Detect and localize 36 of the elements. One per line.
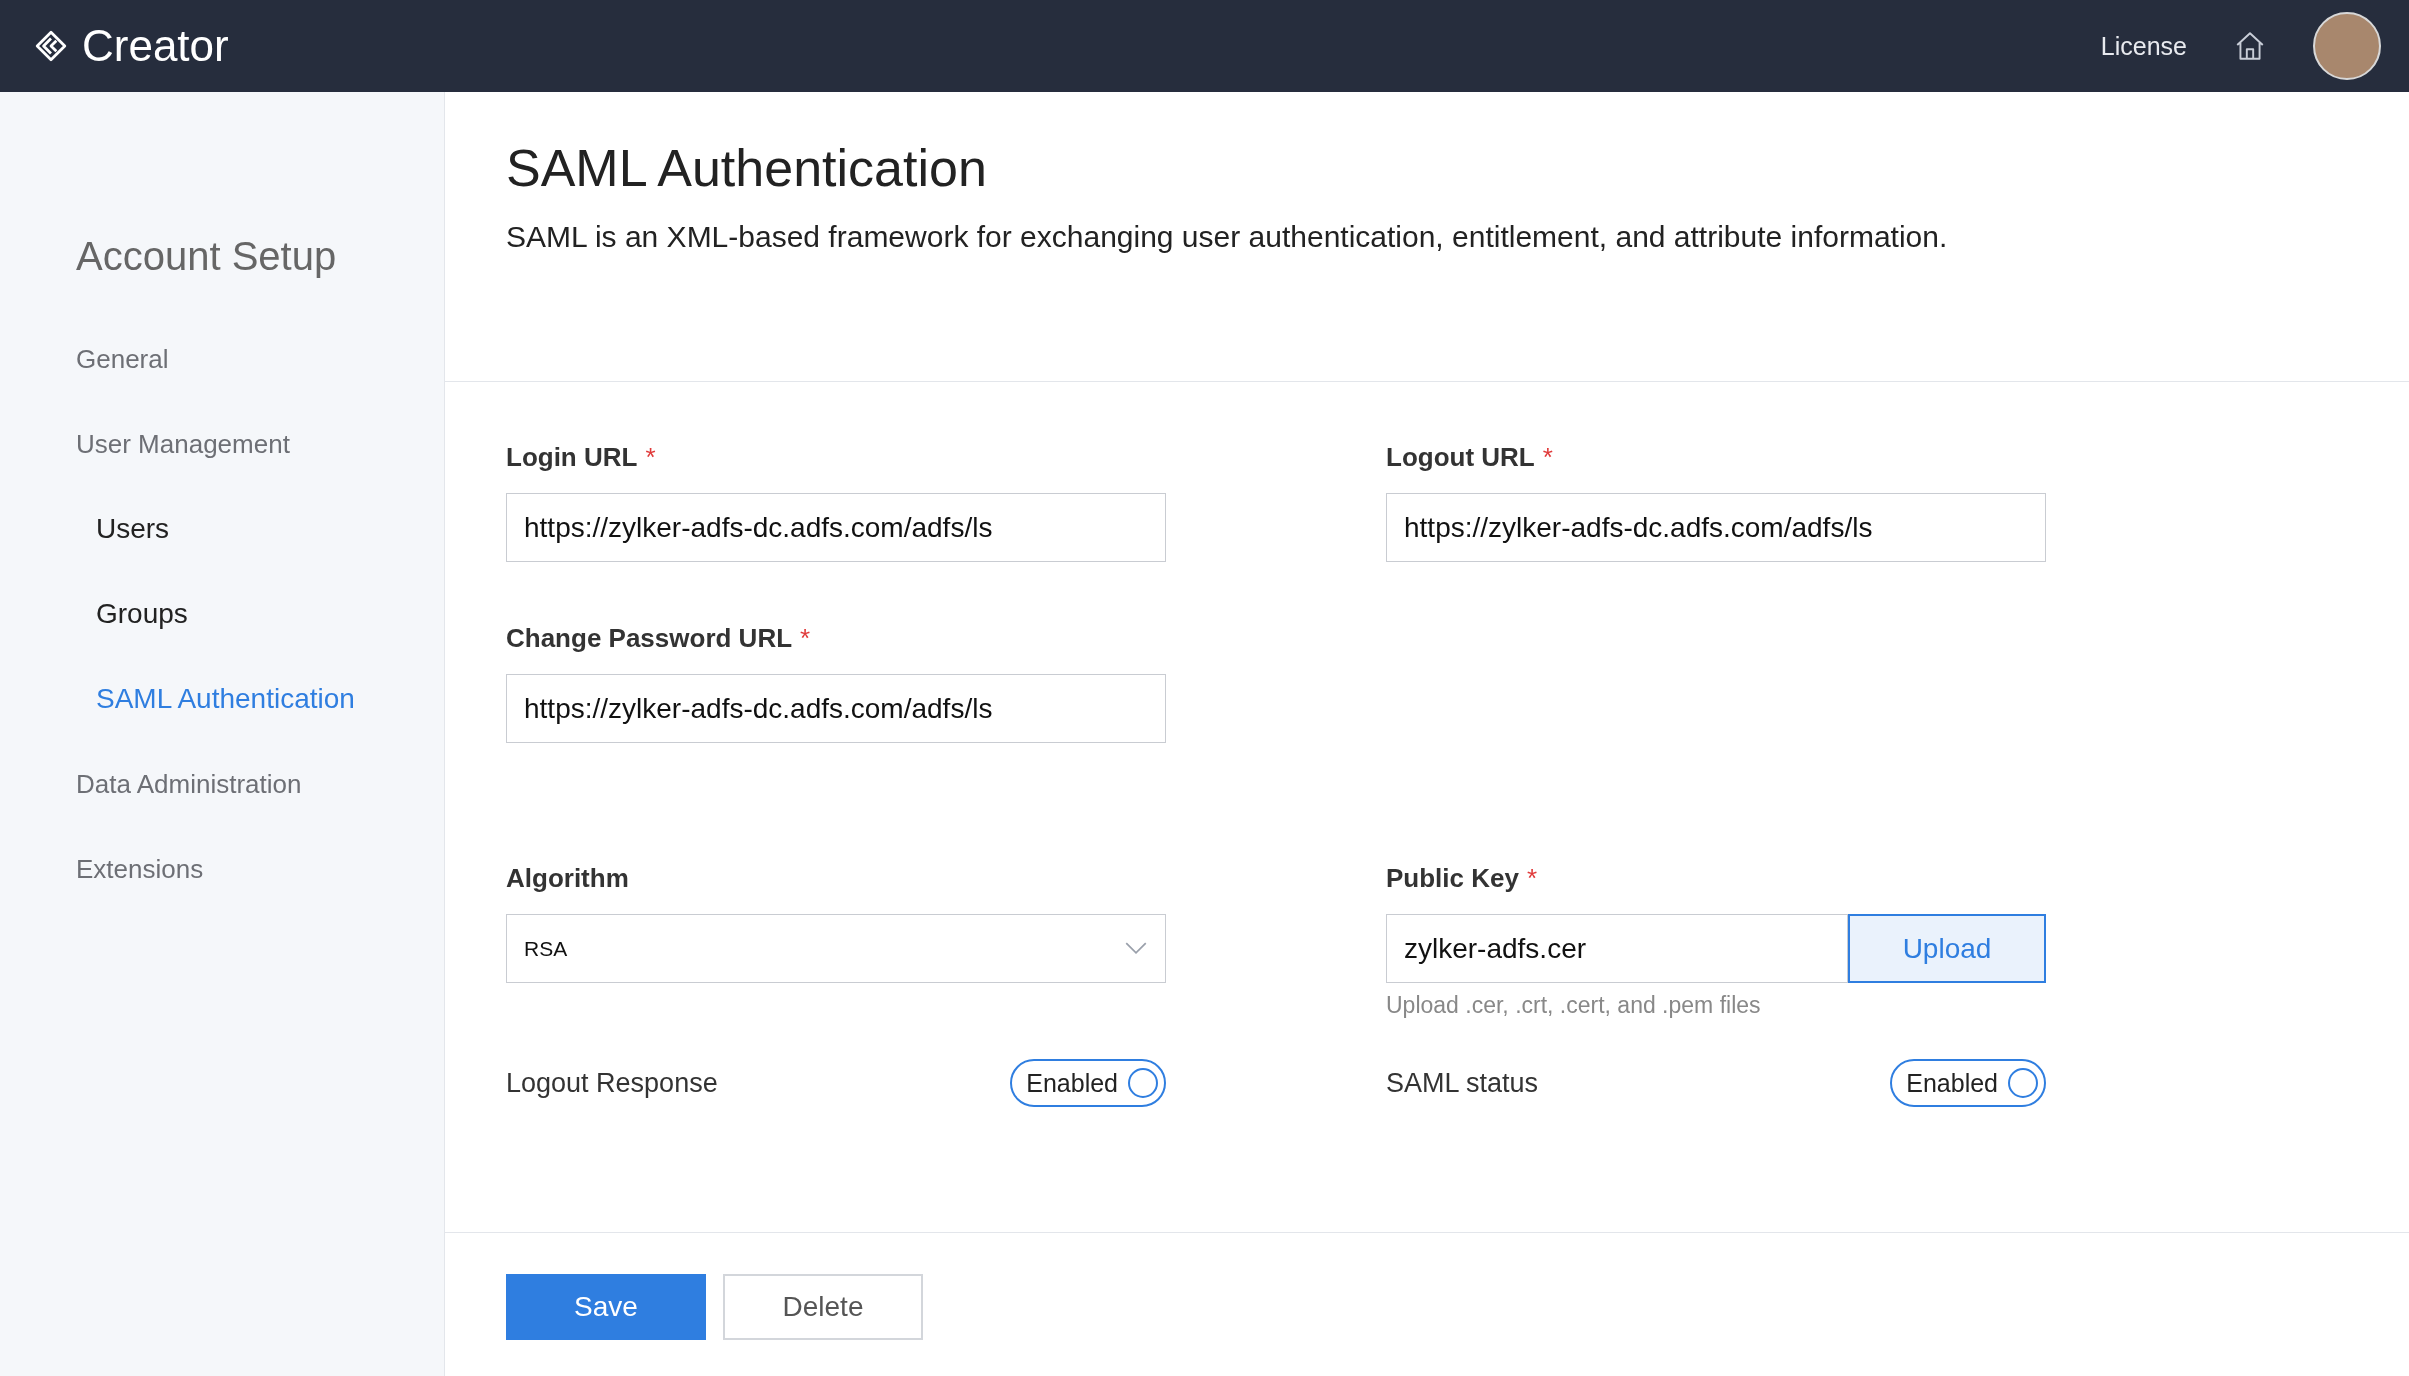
sidebar-title: Account Setup [76,233,338,280]
toggle-label: Logout Response [506,1067,718,1099]
app-name: Creator [82,21,229,71]
toggle-switch[interactable]: Enabled [1890,1059,2046,1107]
chevron-down-icon [1125,942,1147,955]
sidebar-item[interactable]: General [76,342,444,427]
field-label: Public Key [1386,863,1519,893]
input-field[interactable]: https://zylker-adfs-dc.adfs.com/adfs/ls [506,674,1166,743]
upload-button[interactable]: Upload [1848,914,2046,983]
license-link[interactable]: License [2100,31,2187,61]
required-mark: * [1542,442,1553,472]
field-label: Login URL [506,442,638,472]
page-description: SAML is an XML-based framework for exchanging user authentication, entitlement, and attribute information. [506,219,1949,255]
toggle-switch[interactable]: Enabled [1010,1059,1166,1107]
logo-icon [34,29,68,63]
hint-text: Upload .cer, .crt, .cert, and .pem files [1386,991,1762,1019]
sidebar-item[interactable]: SAML Authentication [76,682,444,767]
required-mark: * [645,442,656,472]
required-mark: * [800,623,811,653]
dropdown[interactable]: RSA [506,914,1166,983]
save-button[interactable]: Save [506,1274,706,1340]
input-field[interactable]: https://zylker-adfs-dc.adfs.com/adfs/ls [506,493,1166,562]
sidebar-item[interactable]: Extensions [76,852,444,937]
toggle-label: SAML status [1386,1067,1539,1099]
input-field[interactable]: https://zylker-adfs-dc.adfs.com/adfs/ls [1386,493,2046,562]
delete-button[interactable]: Delete [723,1274,923,1340]
field-label: Change Password URL [506,623,793,653]
sidebar-item[interactable]: User Management [76,427,444,512]
sidebar-item[interactable]: Groups [76,597,444,682]
sidebar-item[interactable]: Data Administration [76,767,444,852]
input-field[interactable]: zylker-adfs.cer [1386,914,1848,983]
field-label: Logout URL [1386,442,1535,472]
required-mark: * [1526,863,1538,893]
page-title: SAML Authentication [506,138,988,199]
sidebar-item[interactable]: Users [76,512,444,597]
field-label: Algorithm [506,863,629,893]
